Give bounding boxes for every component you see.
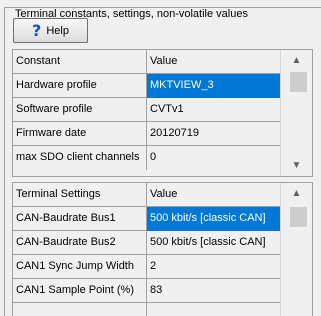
constant-value[interactable]: 20120719 (147, 122, 281, 146)
setting-value[interactable]: 83 (147, 279, 281, 303)
settings-header-setting[interactable]: Terminal Settings (13, 183, 147, 207)
constants-header-constant[interactable]: Constant (13, 50, 147, 74)
table-row[interactable]: CAN-Baudrate Bus1 500 kbit/s [classic CA… (13, 207, 312, 231)
help-button[interactable]: ? Help (13, 18, 88, 43)
table-row[interactable] (13, 303, 312, 316)
constants-header-row: Constant Value (13, 50, 312, 74)
table-row[interactable]: Hardware profile MKTVIEW_3 (13, 74, 312, 98)
constant-name[interactable]: Hardware profile (13, 74, 147, 98)
settings-header-row: Terminal Settings Value (13, 183, 312, 207)
chevron-up-icon[interactable]: ▲ (281, 185, 312, 202)
setting-name[interactable] (13, 303, 147, 316)
chevron-up-icon[interactable]: ▲ (281, 52, 312, 69)
constants-header-value[interactable]: Value (147, 50, 281, 74)
setting-name[interactable]: CAN-Baudrate Bus2 (13, 231, 147, 255)
constants-scrollbar[interactable]: ▲ ▼ (280, 50, 312, 176)
setting-name[interactable]: CAN1 Sync Jump Width (13, 255, 147, 279)
setting-value[interactable]: 500 kbit/s [classic CAN] (147, 231, 281, 255)
settings-scrollbar[interactable]: ▲ (280, 183, 312, 316)
chevron-down-icon[interactable]: ▼ (281, 157, 312, 174)
settings-header-value[interactable]: Value (147, 183, 281, 207)
constant-value[interactable]: 0 (147, 146, 281, 170)
settings-grid[interactable]: Terminal Settings Value CAN-Baudrate Bus… (12, 182, 313, 316)
table-row[interactable]: CAN1 Sync Jump Width 2 (13, 255, 312, 279)
table-row[interactable]: max SDO client channels 0 (13, 146, 312, 170)
constant-name[interactable]: max SDO client channels (13, 146, 147, 170)
constant-name[interactable]: Software profile (13, 98, 147, 122)
table-row[interactable]: CAN1 Sample Point (%) 83 (13, 279, 312, 303)
constant-value[interactable]: MKTVIEW_3 (147, 74, 281, 98)
question-mark-icon: ? (32, 20, 42, 40)
setting-value[interactable]: 2 (147, 255, 281, 279)
table-row[interactable]: Software profile CVTv1 (13, 98, 312, 122)
setting-name[interactable]: CAN1 Sample Point (%) (13, 279, 147, 303)
constant-name[interactable]: Firmware date (13, 122, 147, 146)
setting-value[interactable] (147, 303, 281, 316)
setting-name[interactable]: CAN-Baudrate Bus1 (13, 207, 147, 231)
constants-grid[interactable]: Constant Value Hardware profile MKTVIEW_… (12, 49, 313, 177)
constant-value[interactable]: CVTv1 (147, 98, 281, 122)
table-row[interactable]: CAN-Baudrate Bus2 500 kbit/s [classic CA… (13, 231, 312, 255)
help-button-label: Help (46, 24, 69, 37)
scrollbar-thumb[interactable] (290, 72, 307, 92)
table-row[interactable]: Firmware date 20120719 (13, 122, 312, 146)
setting-value[interactable]: 500 kbit/s [classic CAN] (147, 207, 281, 231)
scrollbar-thumb[interactable] (290, 207, 307, 227)
